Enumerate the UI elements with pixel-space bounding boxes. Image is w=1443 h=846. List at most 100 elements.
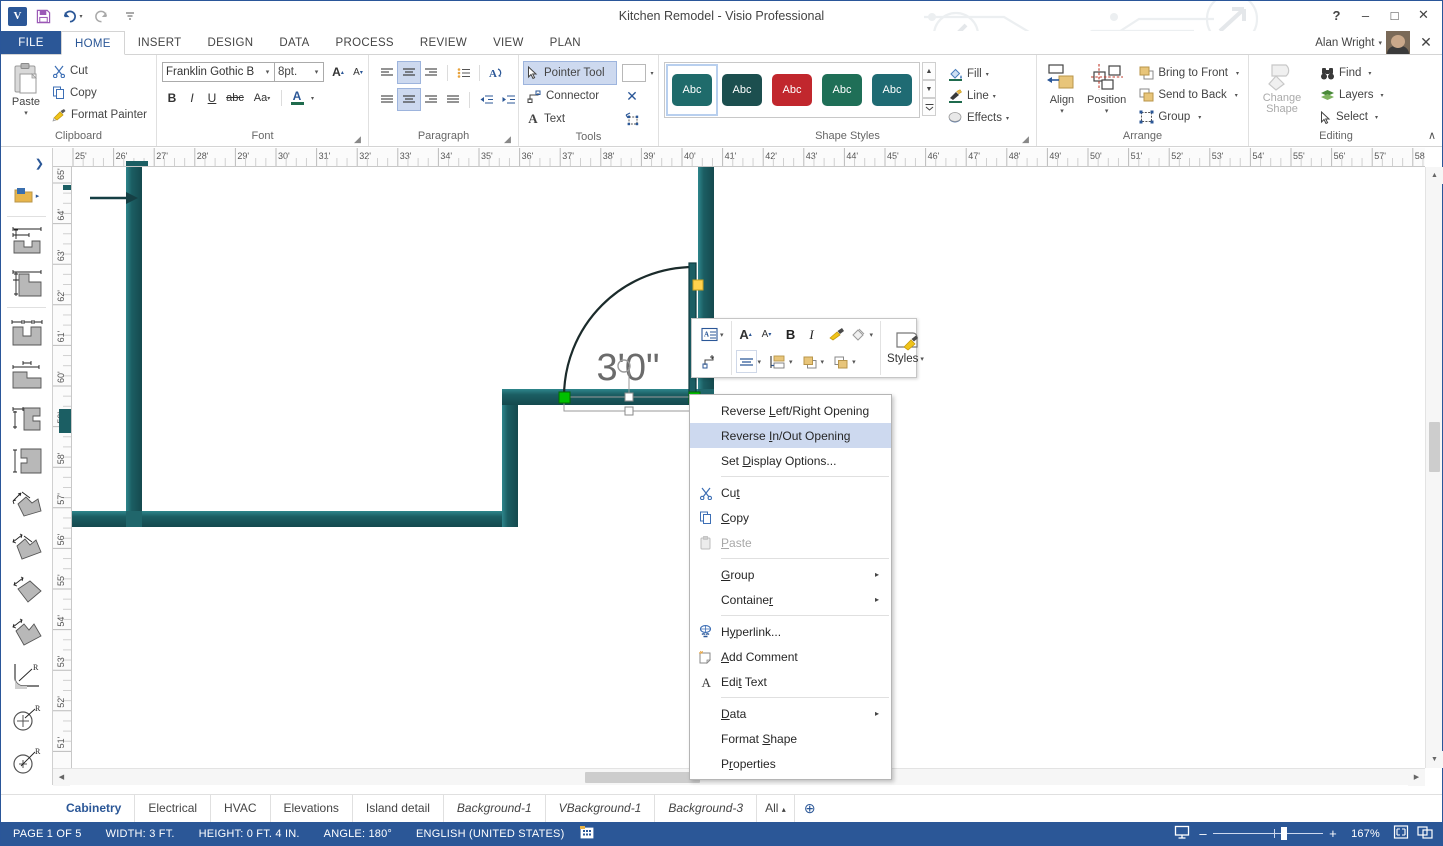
stencil-item-dim-poly[interactable] <box>1 611 52 654</box>
user-caret-icon[interactable]: ▾ <box>1378 39 1382 47</box>
select-button[interactable]: Select ▾ <box>1316 106 1388 128</box>
menu-item-reverse-left-right-opening[interactable]: Reverse Left/Right Opening <box>690 398 891 423</box>
font-name-combobox[interactable]: Franklin Gothic B ▾ <box>162 62 275 82</box>
window-fit-icon[interactable] <box>1414 825 1436 842</box>
avatar[interactable] <box>1386 31 1410 54</box>
styles-caret-icon[interactable]: ▾ <box>918 355 927 363</box>
menu-item-data[interactable]: Data ▸ <box>690 701 891 726</box>
line-style-caret-icon[interactable]: ▾ <box>646 63 658 83</box>
minimize-button[interactable]: – <box>1351 3 1380 27</box>
fit-page-icon[interactable] <box>1390 825 1412 842</box>
font-size-combobox[interactable]: 8pt. ▾ <box>274 62 324 82</box>
status-angle[interactable]: ANGLE: 180° <box>312 828 404 840</box>
all-pages-button[interactable]: All ▴ <box>757 794 795 823</box>
context-menu[interactable]: Reverse Left/Right Opening Reverse In/Out… <box>689 394 892 780</box>
select-caret-icon[interactable]: ▾ <box>1375 114 1378 121</box>
valign-bottom-icon[interactable] <box>420 89 442 110</box>
presentation-mode-icon[interactable] <box>1171 825 1193 842</box>
zoom-slider[interactable] <box>1213 825 1324 842</box>
vertical-scroll-thumb[interactable] <box>1429 422 1440 472</box>
format-painter-icon[interactable] <box>826 323 847 346</box>
text-block-caret-icon[interactable]: ▾ <box>720 331 727 339</box>
font-dialog-launcher[interactable]: ◢ <box>354 134 365 145</box>
connector-tool-button[interactable]: Connector <box>524 85 616 107</box>
status-width[interactable]: WIDTH: 3 FT. <box>94 828 187 840</box>
horizontal-scroll-thumb[interactable] <box>585 772 700 783</box>
align-button[interactable]: Align ▾ <box>1042 60 1082 117</box>
scroll-up-arrow[interactable]: ▲ <box>1426 167 1443 184</box>
redo-icon[interactable] <box>88 4 114 28</box>
text-direction-icon[interactable]: A <box>484 62 506 83</box>
tab-file[interactable]: FILE <box>1 31 61 54</box>
align-center-icon[interactable] <box>397 61 421 84</box>
shape-fill-caret-icon[interactable]: ▾ <box>870 331 877 339</box>
line-button[interactable]: Line ▾ <box>944 85 1013 107</box>
paste-button[interactable]: Paste ▾ <box>6 60 46 119</box>
tab-home[interactable]: HOME <box>61 31 125 55</box>
page-tab-background-1[interactable]: Background-1 <box>444 795 546 822</box>
menu-item-copy[interactable]: Copy <box>690 505 891 530</box>
page-tab-island-detail[interactable]: Island detail <box>353 795 444 822</box>
close-document-button[interactable]: ✕ <box>1414 34 1438 51</box>
change-shape-button[interactable]: Change Shape <box>1254 60 1310 116</box>
page-tab-electrical[interactable]: Electrical <box>135 795 212 822</box>
stencil-item-dim-l-shape[interactable] <box>1 439 52 482</box>
align-left-icon[interactable] <box>376 62 398 83</box>
stencil-item-room-dim-1[interactable] <box>1 219 52 262</box>
decrease-indent-icon[interactable] <box>475 89 497 110</box>
menu-item-cut[interactable]: Cut <box>690 480 891 505</box>
pointer-tool-button[interactable]: Pointer Tool <box>523 61 617 85</box>
align-caret-icon[interactable]: ▾ <box>1060 107 1064 115</box>
stencil-item-dim-notch[interactable] <box>1 396 52 439</box>
cut-button[interactable]: Cut <box>48 60 151 82</box>
position-caret-icon[interactable]: ▾ <box>1105 107 1109 115</box>
status-page-count[interactable]: PAGE 1 OF 5 <box>1 828 94 840</box>
macro-record-icon[interactable] <box>576 825 598 842</box>
zoom-level-label[interactable]: 167% <box>1343 828 1388 840</box>
styles-button[interactable] <box>892 331 922 353</box>
grow-font-button[interactable]: A ▴ <box>736 323 756 346</box>
menu-item-reverse-in-out-opening[interactable]: Reverse In/Out Opening <box>690 423 891 448</box>
menu-item-group[interactable]: Group ▸ <box>690 562 891 587</box>
send-backward-icon[interactable] <box>831 350 851 373</box>
find-caret-icon[interactable]: ▾ <box>1368 70 1371 77</box>
shape-styles-dialog-launcher[interactable]: ◢ <box>1022 134 1033 145</box>
page-tab-background-3[interactable]: Background-3 <box>655 795 758 822</box>
shapes-stencil-panel[interactable]: ❯ ▸ R R R <box>1 148 53 785</box>
group-button[interactable]: Group ▾ <box>1135 106 1243 128</box>
status-height[interactable]: HEIGHT: 0 FT. 4 IN. <box>187 828 312 840</box>
tab-design[interactable]: DESIGN <box>194 31 266 54</box>
connector-tool-icon[interactable] <box>699 350 720 373</box>
tab-process[interactable]: PROCESS <box>323 31 407 54</box>
page-tab-vbackground-1[interactable]: VBackground-1 <box>546 795 656 822</box>
menu-item-edit-text[interactable]: A Edit Text <box>690 669 891 694</box>
find-button[interactable]: Find ▾ <box>1316 62 1388 84</box>
layers-button[interactable]: Layers ▾ <box>1316 84 1388 106</box>
menu-item-set-display-options[interactable]: Set Display Options... <box>690 448 891 473</box>
effects-caret-icon[interactable]: ▾ <box>1006 115 1009 122</box>
shape-styles-gallery[interactable]: Abc Abc Abc Abc Abc <box>664 62 920 118</box>
underline-button[interactable]: U <box>202 88 222 108</box>
change-case-button[interactable]: Aa ▾ <box>248 88 276 108</box>
italic-button[interactable]: I <box>802 323 822 346</box>
zoom-in-button[interactable]: + <box>1325 826 1341 841</box>
bring-to-front-caret-icon[interactable]: ▾ <box>1236 70 1239 77</box>
bring-to-front-button[interactable]: Bring to Front ▾ <box>1135 62 1243 84</box>
fill-caret-icon[interactable]: ▾ <box>986 71 989 78</box>
text-block-icon[interactable]: A <box>699 323 720 346</box>
paste-caret-icon[interactable]: ▾ <box>24 109 28 117</box>
valign-middle-icon[interactable] <box>397 88 421 111</box>
gallery-scroll-down[interactable]: ▼ <box>922 80 936 98</box>
paragraph-dialog-launcher[interactable]: ◢ <box>504 134 515 145</box>
justify-icon[interactable] <box>442 89 464 110</box>
line-style-button[interactable] <box>622 64 646 82</box>
add-page-button[interactable]: ⊕ <box>795 800 825 817</box>
window-controls[interactable]: ? – □ ✕ <box>1322 3 1438 27</box>
stencil-item-dim-angled-1[interactable] <box>1 482 52 525</box>
customize-qat-icon[interactable] <box>117 4 143 28</box>
copy-button[interactable]: Copy <box>48 82 151 104</box>
align-text-caret-icon[interactable]: ▾ <box>758 358 765 366</box>
fill-button[interactable]: Fill ▾ <box>944 63 1013 85</box>
shape-style-swatch-4[interactable]: Abc <box>818 66 866 114</box>
tab-review[interactable]: REVIEW <box>407 31 480 54</box>
